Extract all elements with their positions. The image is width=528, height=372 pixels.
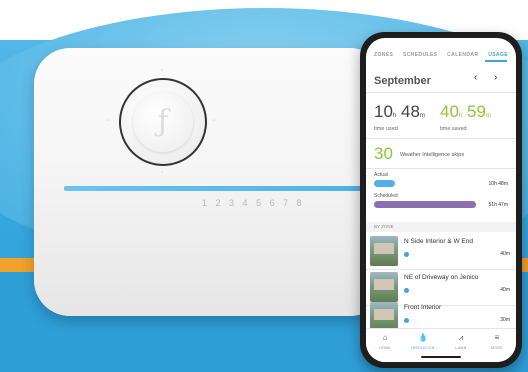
app-screen: ZONES SCHEDULES CALENDAR USAGE September… [366,38,516,362]
zone-number: 6 [269,198,276,208]
weather-skips-count: 30 [374,144,393,163]
zone-time: 40m [500,251,510,257]
zone-number: 2 [215,198,222,208]
controller-led-strip [64,186,364,191]
zone-number: 8 [296,198,303,208]
nav-label: IRRIGATION [411,346,435,350]
actual-label: Actual [374,172,388,178]
by-zone-header: BY ZONE [366,222,516,232]
nav-label: MORE [491,346,503,350]
zone-usage-dot [404,318,409,323]
zone-list-item[interactable]: N Side Interior & W End 40m [366,234,516,268]
top-tabs: ZONES SCHEDULES CALENDAR USAGE [366,52,516,58]
zone-number: 4 [242,198,249,208]
zone-time: 40m [500,287,510,293]
actual-value: 10h 48m [488,181,508,187]
water-drop-icon: 💧 [418,333,428,342]
dial-mark-bottom: ◦ [161,170,164,176]
home-indicator [421,356,461,358]
zone-number: 5 [256,198,262,208]
home-icon: ⌂ [382,333,388,342]
zone-number: 7 [283,198,289,208]
scheduled-label: Scheduled [374,193,398,199]
chevron-right-icon[interactable]: › [494,72,497,83]
controller-zone-numbers: 1 2 3 4 5 6 7 8 [202,198,302,208]
product-scene: ƒ ◦ ◦ ◦ ◦ 1 2 3 4 5 6 7 8 ZONES SCHEDULE… [0,0,528,372]
weather-skips-label: Weather Intelligence skips [400,152,465,158]
scheduled-value: 51h 47m [488,202,508,208]
zone-number: 3 [229,198,235,208]
month-header: September ‹ › [374,71,508,87]
by-zone-label: BY ZONE [374,224,394,229]
nav-irrigation[interactable]: 💧 IRRIGATION [406,333,440,350]
nav-label: HOME [379,346,391,350]
tab-zones[interactable]: ZONES [374,52,393,58]
sprinkler-controller: ƒ ◦ ◦ ◦ ◦ 1 2 3 4 5 6 7 8 [34,48,386,316]
actual-usage-bar [374,180,395,187]
zone-list-item[interactable]: NE of Driveway on Jenico 40m [366,270,516,304]
zone-name: NE of Driveway on Jenico [404,274,479,281]
nav-label: LAWN [455,346,467,350]
time-saved-value: 40h 59m [440,102,491,121]
dial-mark-left: ◦ [107,118,110,124]
nav-home[interactable]: ⌂ HOME [368,333,402,350]
controller-logo-icon: ƒ [157,104,169,139]
zone-usage-dot [404,252,409,257]
controller-dial-center[interactable]: ƒ [133,92,193,152]
nav-lawn[interactable]: ⩘ LAWN [444,333,478,350]
zone-photo [370,272,398,302]
grass-icon: ⩘ [458,333,464,342]
smartphone: ZONES SCHEDULES CALENDAR USAGE September… [360,32,522,368]
divider [366,92,516,93]
zone-name: N Side Interior & W End [404,238,473,245]
chevron-left-icon[interactable]: ‹ [474,72,477,83]
tab-usage[interactable]: USAGE [488,52,508,58]
zone-photo [370,236,398,266]
nav-more[interactable]: ≡ MORE [480,333,514,350]
menu-icon: ≡ [494,333,500,342]
zone-time: 30m [500,317,510,323]
scheduled-usage-bar [374,201,476,208]
tab-calendar[interactable]: CALENDAR [447,52,478,58]
time-saved-label: time saved [440,126,467,132]
divider [366,168,516,169]
dial-mark-top: ◦ [161,68,164,74]
dial-mark-right: ◦ [213,118,216,124]
time-used-value: 10h 48m [374,102,425,121]
active-tab-indicator [485,60,507,62]
divider [366,138,516,139]
time-used-label: time used [374,126,398,132]
zone-name: Front Interior [404,304,442,311]
zone-usage-dot [404,288,409,293]
zone-number: 1 [202,198,208,208]
controller-dial[interactable]: ƒ ◦ ◦ ◦ ◦ [107,68,215,176]
tab-schedules[interactable]: SCHEDULES [403,52,437,58]
month-title: September [374,75,431,87]
